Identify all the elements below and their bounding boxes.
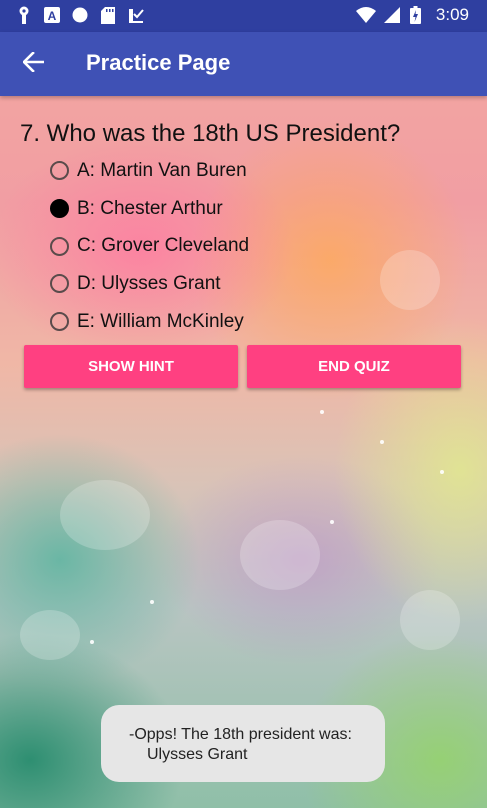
bokeh-decoration: [400, 590, 460, 650]
end-quiz-button[interactable]: END QUIZ: [247, 345, 461, 388]
sparkle-decoration: [380, 440, 384, 444]
option-label: E: William McKinley: [77, 310, 244, 332]
radio-button-icon[interactable]: [50, 274, 69, 294]
status-right-icons: 3:09: [355, 5, 469, 25]
status-left-icons: A: [16, 6, 144, 24]
screen: A 3:09 Practice Page 7. Who was the 18th…: [0, 0, 487, 808]
option-c[interactable]: C: Grover Cleveland: [50, 227, 249, 265]
sparkle-decoration: [150, 600, 154, 604]
answer-options: A: Martin Van Buren B: Chester Arthur C:…: [50, 152, 249, 340]
key-icon: [16, 6, 32, 24]
option-b[interactable]: B: Chester Arthur: [50, 190, 249, 228]
option-e[interactable]: E: William McKinley: [50, 303, 249, 341]
back-button[interactable]: [16, 46, 52, 82]
radio-button-icon[interactable]: [50, 312, 69, 332]
svg-text:A: A: [48, 9, 57, 23]
option-label: A: Martin Van Buren: [77, 159, 247, 181]
bokeh-decoration: [380, 250, 440, 310]
tray-check-icon: [128, 6, 144, 24]
bokeh-decoration: [240, 520, 320, 590]
option-a[interactable]: A: Martin Van Buren: [50, 152, 249, 190]
bokeh-decoration: [20, 610, 80, 660]
signal-icon: [383, 6, 400, 24]
arrow-left-icon: [22, 50, 45, 77]
wifi-icon: [355, 6, 376, 24]
sparkle-decoration: [90, 640, 94, 644]
sparkle-decoration: [330, 520, 334, 524]
bokeh-decoration: [60, 480, 150, 550]
status-time: 3:09: [435, 5, 469, 24]
app-bar: Practice Page: [0, 32, 487, 96]
radio-button-icon[interactable]: [50, 161, 69, 181]
show-hint-button[interactable]: SHOW HINT: [24, 345, 238, 388]
radio-button-icon[interactable]: [50, 236, 69, 256]
sd-card-icon: [100, 6, 116, 24]
radio-button-checked-icon[interactable]: [50, 199, 69, 219]
sparkle-decoration: [440, 470, 444, 474]
option-label: C: Grover Cleveland: [77, 235, 250, 257]
toast-line-1: -Opps! The 18th president was:: [129, 726, 352, 743]
page-title: Practice Page: [86, 50, 231, 75]
sparkle-decoration: [320, 410, 324, 414]
toast-line-2: Ulysses Grant: [147, 746, 248, 763]
option-label: B: Chester Arthur: [77, 197, 223, 219]
option-label: D: Ulysses Grant: [77, 272, 221, 294]
a-box-icon: A: [44, 6, 60, 24]
battery-charging-icon: [408, 6, 424, 24]
circle-icon: [72, 6, 88, 24]
status-bar: A 3:09: [0, 0, 487, 32]
option-d[interactable]: D: Ulysses Grant: [50, 265, 249, 303]
toast-message: -Opps! The 18th president was: Ulysses G…: [101, 705, 385, 782]
question-text: 7. Who was the 18th US President?: [20, 120, 401, 147]
